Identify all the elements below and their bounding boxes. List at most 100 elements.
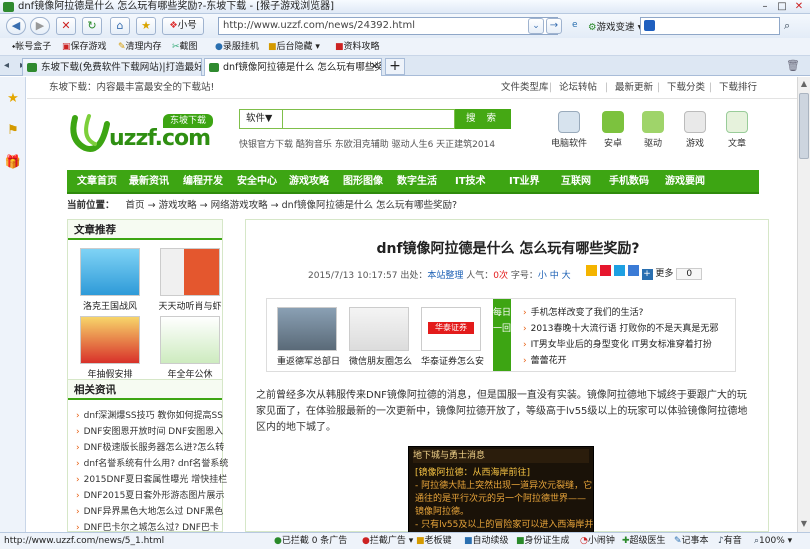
fav-save-game[interactable]: ▣保存游戏 (62, 38, 107, 56)
daily-thumb-2[interactable] (349, 307, 409, 351)
site-search-button[interactable]: 搜 索 (455, 109, 511, 129)
forward-arrow-icon[interactable]: ▶ (30, 17, 50, 35)
status-notepad[interactable]: ✎记事本 (674, 533, 709, 549)
nav-digital-life[interactable]: 数字生活 (397, 170, 437, 194)
hot-search-links[interactable]: 快银官方下载 酷狗音乐 东欧泪克辅助 驱动人生6 天正建筑2014 (239, 137, 495, 150)
top-link-latest[interactable]: 最新更新 (615, 77, 653, 99)
nav-security[interactable]: 安全中心 (237, 170, 277, 194)
nav-game-news[interactable]: 游戏要闻 (665, 170, 705, 194)
related-item[interactable]: DNF极速版长服务器怎么进?怎么转 (76, 442, 225, 454)
sidebar-favorites-star-icon[interactable]: ★ (3, 89, 23, 109)
fav-guides[interactable]: ■资料攻略 (335, 38, 380, 56)
recommend-caption-1[interactable]: 洛克王国战风 (75, 299, 145, 312)
font-size-small[interactable]: 小 (538, 271, 547, 281)
search-box[interactable] (640, 17, 780, 35)
nav-mobile[interactable]: 手机数码 (609, 170, 649, 194)
fav-screenshot[interactable]: ✂截图 (172, 38, 198, 56)
daily-caption-1[interactable]: 重返德军总部日 (277, 354, 340, 367)
daily-thumb-3[interactable]: 华泰证券 (421, 307, 481, 351)
font-size-medium[interactable]: 中 (550, 271, 559, 281)
topnav-articles[interactable]: 文章 (717, 111, 757, 149)
nav-programming[interactable]: 编程开发 (183, 170, 223, 194)
status-boss-key[interactable]: ■老板键 (416, 533, 452, 549)
sidebar-flag-icon[interactable]: ⚑ (3, 121, 23, 141)
daily-caption-3[interactable]: 华泰证券怎么安 (421, 354, 484, 367)
address-bar[interactable]: http://www.uzzf.com/news/24392.html (218, 17, 558, 35)
game-speed-button[interactable]: ⚙游戏变速 ▾ (588, 19, 642, 33)
fav-account-box[interactable]: ⬩帐号盒子 (12, 38, 51, 56)
site-search-input[interactable] (283, 109, 455, 129)
recommend-thumb-4[interactable] (160, 316, 220, 364)
status-zoom[interactable]: ⌕100% ▾ (754, 533, 792, 549)
status-block-ads[interactable]: ●拦截广告 ▾ (362, 533, 413, 549)
address-dropdown-icon[interactable]: ⌄ (528, 18, 544, 34)
favorite-star-icon[interactable]: ★ (136, 17, 156, 35)
topnav-android[interactable]: 安卓 (593, 111, 633, 149)
status-super-doctor[interactable]: ✚超级医生 (622, 533, 666, 549)
tab-current-article[interactable]: dnf镜像阿拉德是什么 怎么玩有哪些奖 ✕ (204, 58, 382, 76)
tab-list-left-icon[interactable]: ◂ (4, 60, 9, 71)
sidebar-gift-icon[interactable]: 🎁 (3, 153, 23, 173)
share-weibo-icon[interactable] (599, 265, 611, 276)
nav-latest-news[interactable]: 最新资讯 (129, 170, 169, 194)
site-logo[interactable]: uzzf.com 东坡下载 (67, 110, 217, 160)
font-size-large[interactable]: 大 (562, 271, 571, 281)
daily-list-item[interactable]: 蕾蕾花开 (523, 355, 567, 367)
breadcrumb-home[interactable]: 首页 (126, 200, 145, 211)
nav-it-industry[interactable]: IT业界 (509, 170, 540, 194)
daily-thumb-1[interactable] (277, 307, 337, 351)
status-id-generator[interactable]: ■身份证生成 (516, 533, 570, 549)
top-link-ranking[interactable]: 下载排行 (719, 77, 757, 99)
nav-it-tech[interactable]: IT技术 (455, 170, 486, 194)
nav-internet[interactable]: 互联网 (561, 170, 591, 194)
related-item[interactable]: DNF2015夏日套外形游态图片展示 (76, 490, 225, 502)
compat-mode-icon[interactable]: e (572, 20, 578, 30)
related-item[interactable]: 2015DNF夏日套属性曝光 增快挂栏 (76, 474, 228, 486)
refresh-icon[interactable]: ↻ (82, 17, 102, 35)
status-sound[interactable]: ♪有音 (718, 533, 742, 549)
related-item[interactable]: dnf深渊爆SS技巧 教你如何提高SS (76, 410, 223, 422)
related-item[interactable]: DNF巴卡尔之城怎么过? DNF巴卡 (76, 522, 219, 532)
tab-uzzf-home[interactable]: 东坡下载(免费软件下载网站)|打造最好 (22, 58, 202, 76)
close-icon[interactable]: ✕ (792, 1, 806, 13)
related-item[interactable]: DNF安图恩开放时间 DNF安图恩入 (76, 426, 224, 438)
status-alarm-clock[interactable]: ◔小闹钟 (580, 533, 615, 549)
nav-game-guides[interactable]: 游戏攻略 (289, 170, 329, 194)
home-icon[interactable]: ⌂ (110, 17, 130, 35)
daily-list-item[interactable]: 2013春晚十大流行语 打败你的不是天真是无邪 (523, 323, 719, 335)
new-tab-plus-icon[interactable]: + (385, 58, 405, 75)
search-icon[interactable]: ⌕ (784, 19, 790, 33)
page-scrollbar[interactable]: ▲ ▼ (797, 77, 810, 532)
fav-clean-memory[interactable]: ✎清理内存 (118, 38, 162, 56)
tab-close-icon[interactable]: ✕ (371, 59, 379, 76)
go-arrow-icon[interactable]: → (546, 18, 562, 34)
trash-icon[interactable]: 🗑 (786, 59, 800, 72)
recommend-caption-2[interactable]: 天天动听肖与虾 (155, 299, 225, 312)
small-account-button[interactable]: ❖小号 (162, 17, 204, 35)
share-more-icon[interactable]: + (641, 269, 653, 280)
scroll-thumb[interactable] (799, 93, 809, 159)
recommend-thumb-3[interactable] (80, 316, 140, 364)
share-tencent-icon[interactable] (613, 265, 625, 276)
top-link-forum[interactable]: 论坛转帖 (559, 77, 597, 99)
fav-background-hide[interactable]: ■后台隐藏 ▾ (268, 38, 320, 56)
topnav-pc-software[interactable]: 电脑软件 (549, 111, 589, 149)
search-category-select[interactable]: 软件▼ (239, 109, 283, 129)
daily-caption-2[interactable]: 微信朋友圈怎么 (349, 354, 412, 367)
related-item[interactable]: DNF异界黑色大地怎么过 DNF黑色 (76, 506, 224, 518)
topnav-games[interactable]: 游戏 (675, 111, 715, 149)
back-arrow-icon[interactable]: ◀ (6, 17, 26, 35)
maximize-icon[interactable]: □ (775, 1, 789, 13)
article-source[interactable]: 本站整理 (427, 271, 463, 281)
recommend-thumb-2[interactable] (160, 248, 220, 296)
nav-article-home[interactable]: 文章首页 (77, 170, 117, 194)
minimize-icon[interactable]: – (758, 1, 772, 13)
related-item[interactable]: dnf名誉系统有什么用? dnf名誉系统 (76, 458, 229, 470)
breadcrumb-game-guides[interactable]: 游戏攻略 (159, 200, 197, 211)
topnav-drivers[interactable]: 驱动 (633, 111, 673, 149)
top-link-categories[interactable]: 下载分类 (667, 77, 705, 99)
daily-list-item[interactable]: IT男女毕业后的身型变化 IT男女标准穿着打扮 (523, 339, 712, 351)
share-qzone-icon[interactable] (586, 265, 597, 276)
share-renren-icon[interactable] (627, 265, 639, 276)
fav-record-hangup[interactable]: ●录服挂机 (215, 38, 259, 56)
